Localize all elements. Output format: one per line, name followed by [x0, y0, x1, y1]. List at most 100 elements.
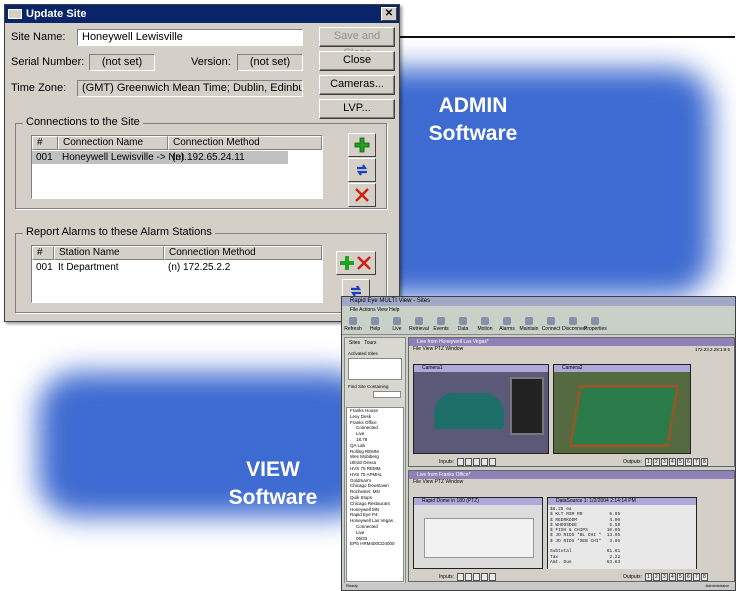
output-button[interactable]: 6 [684, 572, 692, 581]
camera1-view[interactable]: Camera1 [413, 364, 549, 454]
outputs-strip: Outputs: 1 2 3 4 5 6 7 8 [623, 457, 709, 466]
tree-item[interactable]: EPS HRM400CD4000 [350, 541, 403, 547]
connections-list[interactable]: # Connection Name Connection Method 001 … [31, 135, 323, 199]
receipt-text: $8.25 ea $ KLT RSM RR 6.95 $ REDRKDDM 4.… [548, 505, 696, 569]
column-header-connection-method[interactable]: Connection Method [168, 136, 322, 150]
output-button[interactable]: 3 [660, 572, 668, 581]
connection-number: 001 [36, 152, 53, 163]
status-text: Ready [346, 583, 358, 588]
toolbar-refresh[interactable]: Refresh [342, 315, 364, 334]
live-pane-franks-office: Live from Franks Office* File View PTZ W… [408, 470, 735, 582]
toolbar-data[interactable]: Data [452, 315, 474, 334]
alarm-station-row[interactable]: 001 It Department (n) 172.25.2.2 [32, 261, 322, 274]
output-button[interactable]: 5 [676, 457, 684, 466]
column-header-station-name[interactable]: Station Name [54, 246, 164, 260]
delete-connection-button[interactable] [348, 183, 376, 207]
output-button[interactable]: 3 [660, 457, 668, 466]
toolbar-help[interactable]: Help [364, 315, 386, 334]
output-button[interactable]: 1 [644, 572, 652, 581]
input-indicator[interactable] [465, 572, 473, 581]
input-indicator[interactable] [481, 457, 489, 466]
toolbar-motion[interactable]: Motion [474, 315, 496, 334]
close-button[interactable]: Close [319, 51, 395, 71]
toolbar-properties[interactable]: Properties [584, 315, 607, 334]
delete-x-icon [355, 188, 369, 202]
column-header-connection-name[interactable]: Connection Name [58, 136, 168, 150]
add-connection-button[interactable] [348, 133, 376, 157]
toolbar-connect[interactable]: Connect [540, 315, 562, 334]
column-header-number[interactable]: # [32, 136, 58, 150]
view-status-bar: Ready Administrator [342, 583, 735, 590]
tab-sites[interactable]: Sites [349, 340, 360, 346]
view-menu-bar[interactable]: File Actions View Help [342, 306, 735, 315]
input-indicator[interactable] [473, 572, 481, 581]
output-button[interactable]: 2 [652, 457, 660, 466]
ptz-camera-view[interactable]: Rapid Dome in 180 (PTZ) [413, 497, 543, 569]
plus-x-icon [340, 256, 371, 270]
input-indicator[interactable] [473, 457, 481, 466]
tab-tours[interactable]: Tours [364, 340, 376, 346]
inputs-label: Inputs: [439, 458, 455, 465]
toolbar-disconnect[interactable]: Disconnect [562, 315, 587, 334]
cameras-button[interactable]: Cameras... [319, 75, 395, 95]
admin-caption-line2: Software [428, 122, 518, 145]
output-button[interactable]: 1 [644, 457, 652, 466]
sites-tree[interactable]: Franks House Lexy Desk Franks Office Con… [346, 407, 404, 582]
output-button[interactable]: 5 [676, 572, 684, 581]
connections-group-title: Connections to the Site [23, 116, 143, 128]
live-pane-menu[interactable]: File View PTZ Window [409, 346, 734, 354]
output-button[interactable]: 7 [692, 457, 700, 466]
monitor-image [510, 377, 544, 435]
output-button[interactable]: 8 [700, 457, 708, 466]
time-zone-select[interactable]: (GMT) Greenwich Mean Time; Dublin, Edinb… [77, 80, 303, 97]
table-image [434, 393, 504, 429]
lvp-button[interactable]: LVP... [319, 99, 395, 119]
plus-icon [354, 137, 370, 153]
output-button[interactable]: 2 [652, 572, 660, 581]
input-indicator[interactable] [457, 457, 465, 466]
admin-caption-line1: ADMIN [438, 94, 508, 117]
output-button[interactable]: 7 [692, 572, 700, 581]
edit-connection-button[interactable] [348, 158, 376, 182]
alarm-stations-group-title: Report Alarms to these Alarm Stations [23, 226, 215, 238]
toolbar-alarms[interactable]: Alarms [496, 315, 518, 334]
toolbar-retrieval[interactable]: Retrieval [408, 315, 430, 334]
add-remove-station-button[interactable] [336, 251, 376, 275]
site-name-input[interactable]: Honeywell Lewisville [77, 29, 303, 46]
input-indicator[interactable] [465, 457, 473, 466]
connection-row[interactable]: 001 Honeywell Lewisville -> Net... (n) 1… [32, 151, 288, 164]
camera2-title: Camera2 [554, 365, 690, 372]
sites-tabs[interactable]: Sites Tours [349, 340, 376, 346]
time-zone-label: Time Zone: [11, 82, 67, 94]
output-button[interactable]: 6 [684, 457, 692, 466]
inputs-strip: Inputs: [439, 457, 497, 466]
output-button[interactable]: 4 [668, 572, 676, 581]
station-method: (n) 172.25.2.2 [168, 262, 231, 273]
activated-sites-list[interactable] [348, 358, 402, 380]
toolbar-live[interactable]: Live [386, 315, 408, 334]
refresh-icon [356, 164, 368, 176]
input-indicator[interactable] [457, 572, 465, 581]
camera2-view[interactable]: Camera2 [553, 364, 691, 454]
toolbar-maintain[interactable]: Maintain [518, 315, 540, 334]
view-caption-line2: Software [228, 486, 318, 509]
input-indicator[interactable] [481, 572, 489, 581]
alarm-stations-list[interactable]: # Station Name Connection Method 001 It … [31, 245, 323, 303]
column-header-connection-method[interactable]: Connection Method [164, 246, 322, 260]
column-header-number[interactable]: # [32, 246, 54, 260]
live-pane-menu[interactable]: File View PTZ Window [409, 479, 734, 487]
data-source-view[interactable]: DataSource 1: 1/2/2004 2:14:14 PM $8.25 … [547, 497, 697, 569]
outputs-strip: Outputs: 1 2 3 4 5 6 7 8 [623, 572, 709, 581]
save-and-close-button[interactable]: Save and Close [319, 27, 395, 59]
ptz-camera-title: Rapid Dome in 180 (PTZ) [414, 498, 542, 505]
input-indicator[interactable] [489, 572, 497, 581]
live-pane-title: Live from Honeywell Las Vegas* [409, 338, 734, 346]
output-button[interactable]: 4 [668, 457, 676, 466]
close-icon[interactable]: ✕ [381, 7, 397, 21]
find-site-input[interactable] [373, 391, 401, 398]
input-indicator[interactable] [489, 457, 497, 466]
output-button[interactable]: 8 [700, 572, 708, 581]
activated-sites-label: Activated Sites [348, 351, 378, 356]
station-number: 001 [36, 262, 53, 273]
toolbar-events[interactable]: Events [430, 315, 452, 334]
